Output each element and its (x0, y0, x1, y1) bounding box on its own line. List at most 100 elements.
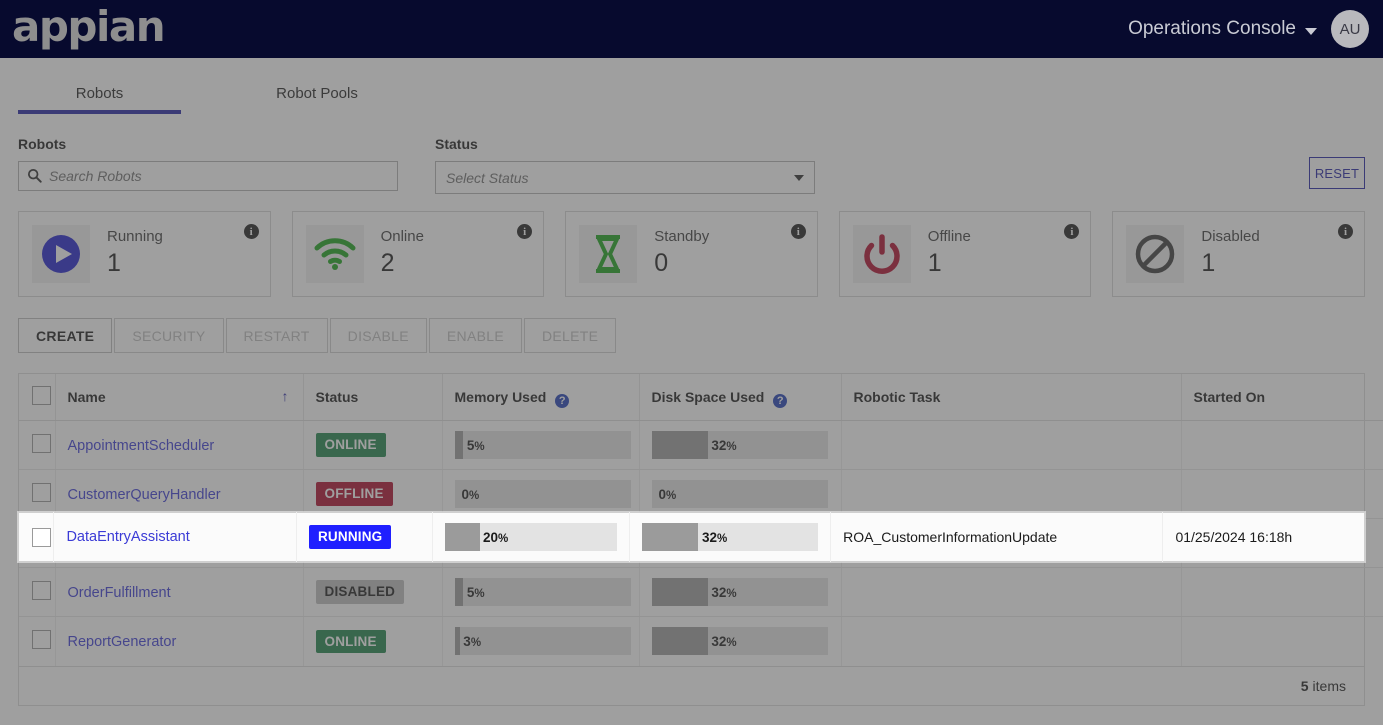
row-checkbox[interactable] (32, 527, 51, 547)
progress-bar-fill (454, 578, 464, 606)
robots-filter-group: Robots (18, 136, 398, 191)
robot-name-link[interactable]: OrderFulfillment (68, 585, 171, 601)
tab-robots-label: Robots (75, 85, 124, 102)
progress-bar-label: 3% (463, 633, 482, 649)
progress-bar: 32% (651, 627, 828, 656)
table-row[interactable]: AppointmentScheduler ONLINE 5% 32% (19, 420, 1383, 470)
status-card-disabled[interactable]: Disabled 1 i (1112, 211, 1365, 297)
status-card-standby-value: 0 (654, 248, 669, 277)
progress-bar-label: 32% (702, 529, 728, 545)
table-header-row: Name ↑ Status Memory Used ? Disk Space U… (19, 374, 1383, 421)
column-header-robotic-task[interactable]: Robotic Task (841, 374, 1182, 421)
progress-bar-label: 20% (483, 529, 509, 545)
highlighted-table-row[interactable]: DataEntryAssistant RUNNING 20% 32% ROA_Custo… (18, 512, 1365, 562)
table-footer: 5 items (19, 665, 1364, 705)
hourglass-icon (579, 225, 638, 283)
appian-wordmark: appian (12, 2, 166, 51)
info-icon[interactable]: i (790, 224, 806, 239)
disk-space-used-cell: 32% (630, 512, 832, 562)
status-card-offline-value: 1 (927, 248, 942, 277)
column-header-memory-used-label: Memory Used (454, 388, 547, 405)
item-count: 5 (1300, 677, 1309, 694)
progress-bar: 32% (642, 523, 819, 551)
progress-bar-fill (445, 523, 480, 551)
appian-logo[interactable]: appian (12, 0, 166, 58)
row-checkbox[interactable] (32, 434, 51, 453)
status-card-offline[interactable]: Offline 1 i (838, 211, 1092, 297)
started-on-cell (1181, 567, 1383, 617)
status-card-online[interactable]: Online 2 i (291, 211, 545, 297)
operations-console-label: Operations Console (1128, 18, 1296, 39)
tab-robots[interactable]: Robots (18, 85, 181, 114)
robot-name-link[interactable]: CustomerQueryHandler (68, 487, 221, 503)
status-select[interactable]: Select Status (435, 161, 815, 194)
column-header-started-on[interactable]: Started On (1181, 374, 1383, 421)
memory-used-cell: 5% (442, 567, 640, 617)
progress-bar: 5% (454, 578, 631, 606)
reset-button[interactable]: RESET (1309, 157, 1365, 189)
tab-bar: Robots Robot Pools (0, 58, 1383, 114)
main-content: Robots Robot Pools Robots Search Robots … (0, 58, 1383, 725)
status-card-standby[interactable]: Standby 0 i (565, 211, 818, 297)
column-header-name[interactable]: Name ↑ (55, 374, 304, 421)
table-row[interactable]: ReportGenerator ONLINE 3% 32% (19, 616, 1383, 666)
progress-bar-label: 32% (711, 633, 737, 649)
filter-bar: Robots Status Select Status (0, 114, 1383, 194)
status-card-online-label: Online (380, 228, 424, 246)
column-header-disk-space-used[interactable]: Disk Space Used ? (639, 374, 842, 421)
row-select-cell (19, 567, 56, 617)
status-badge: ONLINE (315, 433, 386, 457)
column-header-robotic-task-label: Robotic Task (853, 389, 941, 405)
progress-bar-fill (651, 431, 708, 459)
memory-used-cell: 3% (442, 616, 640, 666)
no-entry-icon (1126, 225, 1185, 283)
delete-button: DELETE (523, 318, 617, 353)
progress-bar-fill (454, 431, 464, 459)
started-on-cell (1181, 420, 1383, 470)
robot-status-cell: ONLINE (303, 420, 443, 470)
search-input[interactable] (18, 161, 398, 191)
row-select-cell (19, 512, 55, 562)
row-checkbox[interactable] (32, 581, 51, 600)
create-button[interactable]: CREATE (18, 318, 113, 353)
progress-bar-label: 5% (466, 584, 485, 600)
robot-name-link[interactable]: ReportGenerator (68, 634, 177, 650)
status-card-disabled-label: Disabled (1201, 228, 1260, 246)
info-icon[interactable]: i (1064, 224, 1080, 239)
info-icon[interactable]: i (1337, 224, 1353, 239)
progress-bar-label: 0% (658, 486, 677, 502)
disk-space-used-cell: 32% (639, 616, 842, 666)
help-icon[interactable]: ? (555, 393, 570, 408)
operations-console-menu[interactable]: Operations Console (1128, 18, 1317, 40)
progress-bar: 32% (651, 431, 828, 459)
status-card-offline-label: Offline (927, 228, 971, 246)
select-all-checkbox[interactable] (32, 386, 51, 405)
info-icon[interactable]: i (243, 224, 259, 239)
column-header-memory-used[interactable]: Memory Used ? (442, 374, 640, 421)
progress-bar-label: 0% (461, 486, 480, 502)
status-card-running[interactable]: Running 1 i (18, 211, 271, 297)
help-icon[interactable]: ? (773, 393, 788, 408)
robots-filter-label: Robots (18, 136, 67, 152)
status-badge: ONLINE (315, 629, 386, 653)
robot-name-link[interactable]: AppointmentScheduler (68, 438, 215, 454)
progress-bar: 0% (454, 480, 631, 508)
info-icon[interactable]: i (517, 224, 533, 239)
action-toolbar: CREATE SECURITY RESTART DISABLE ENABLE D… (0, 297, 1383, 353)
column-header-status[interactable]: Status (303, 374, 443, 421)
robot-name-link[interactable]: DataEntryAssistant (66, 529, 189, 545)
row-checkbox[interactable] (32, 483, 51, 502)
memory-used-cell: 20% (433, 512, 631, 562)
robotic-task-cell (841, 616, 1182, 666)
robotic-task-cell: ROA_CustomerInformationUpdate (831, 512, 1164, 562)
tab-robot-pools[interactable]: Robot Pools (244, 85, 390, 114)
progress-bar-fill (642, 523, 699, 551)
avatar[interactable]: AU (1331, 10, 1369, 48)
robot-name-cell: ReportGenerator (55, 616, 304, 666)
column-header-status-label: Status (315, 389, 359, 405)
disk-space-used-cell: 32% (639, 420, 842, 470)
table-row[interactable]: OrderFulfillment DISABLED 5% 32% (19, 567, 1383, 617)
progress-bar-fill (454, 627, 460, 656)
progress-bar-fill (651, 578, 708, 606)
row-checkbox[interactable] (32, 630, 51, 650)
